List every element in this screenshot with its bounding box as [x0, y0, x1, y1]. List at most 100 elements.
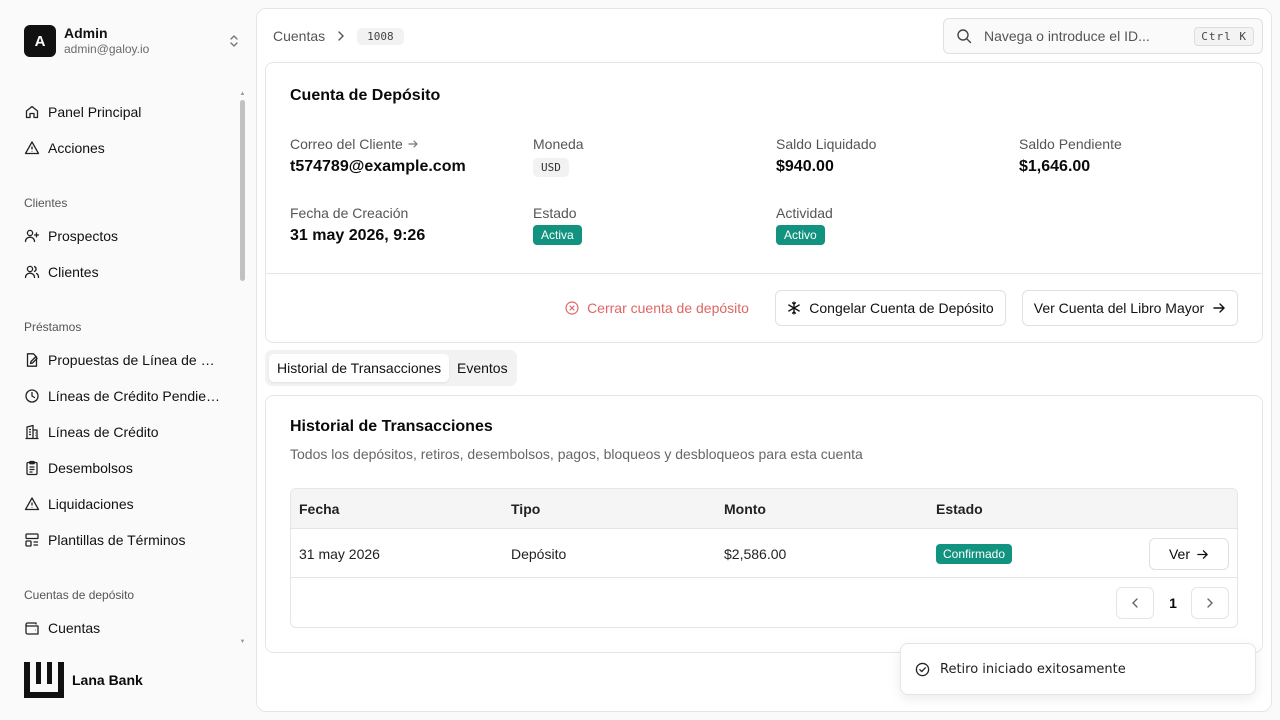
created-at-value: 31 may 2026, 9:26 — [290, 227, 426, 244]
nav-group-clientes: Clientes — [24, 196, 68, 210]
search-input[interactable]: Navega o introduce el ID... Ctrl K — [943, 18, 1263, 54]
sidebar-item-propuestas[interactable]: Propuestas de Línea de Cr... — [24, 348, 224, 372]
sidebar-item-liquidaciones[interactable]: Liquidaciones — [24, 492, 224, 516]
activity-badge: Activo — [776, 225, 825, 245]
toast-message: Retiro iniciado exitosamente — [940, 661, 1126, 677]
chevrons-up-down-icon — [228, 33, 240, 49]
arrow-right-icon — [408, 140, 418, 148]
sidebar-item-clientes[interactable]: Clientes — [24, 260, 224, 284]
divider — [266, 273, 1262, 274]
sidebar-item-lineas-pendientes[interactable]: Líneas de Crédito Pendient... — [24, 384, 224, 408]
search-icon — [957, 29, 972, 44]
pending-balance-label: Saldo Pendiente — [1019, 136, 1122, 152]
field-pending-balance: Saldo Pendiente $1,646.00 — [1019, 136, 1122, 176]
sidebar-item-cuentas[interactable]: Cuentas — [24, 616, 224, 640]
alert-triangle-icon — [24, 141, 40, 155]
sidebar-item-plantillas[interactable]: Plantillas de Términos — [24, 528, 224, 552]
brand-name: Lana Bank — [72, 672, 143, 688]
tab-historial[interactable]: Historial de Transacciones — [269, 354, 450, 382]
breadcrumb-current-id: 1008 — [357, 27, 404, 45]
scroll-down-arrow[interactable]: ▼ — [239, 639, 246, 645]
sidebar-item-label: Liquidaciones — [48, 496, 134, 512]
sidebar-item-label: Plantillas de Términos — [48, 532, 186, 548]
transactions-card: Historial de Transacciones Todos los dep… — [265, 395, 1263, 653]
toast-notification: Retiro iniciado exitosamente — [900, 643, 1256, 695]
user-name: Admin — [64, 25, 108, 41]
created-at-label: Fecha de Creación — [290, 205, 409, 221]
customer-email-value: t574789@example.com — [290, 158, 466, 175]
wallet-icon — [25, 622, 39, 635]
freeze-account-button[interactable]: Congelar Cuenta de Depósito — [775, 290, 1006, 326]
view-ledger-button[interactable]: Ver Cuenta del Libro Mayor — [1022, 290, 1238, 326]
scroll-up-arrow[interactable]: ▲ — [239, 91, 246, 97]
lana-bank-logo-icon — [24, 662, 64, 698]
chevron-right-icon — [337, 31, 345, 41]
sidebar-item-label: Cuentas — [48, 620, 101, 636]
field-created-at: Fecha de Creación 31 may 2026, 9:26 — [290, 205, 425, 245]
breadcrumb-cuentas[interactable]: Cuentas — [273, 28, 325, 44]
sidebar-item-label: Desembolsos — [48, 460, 133, 476]
currency-value: USD — [533, 158, 569, 177]
chevron-left-icon — [1132, 598, 1138, 608]
avatar: A — [24, 25, 56, 57]
cell-status: Confirmado — [936, 530, 1013, 578]
chevron-right-icon — [1207, 598, 1213, 608]
user-plus-icon — [24, 229, 40, 243]
sidebar-item-lineas-credito[interactable]: Líneas de Crédito — [24, 420, 224, 444]
column-header-fecha: Fecha — [299, 501, 340, 517]
arrow-right-icon — [1197, 549, 1209, 559]
clipboard-icon — [26, 460, 38, 476]
currency-label: Moneda — [533, 136, 584, 152]
field-status: Estado Activa — [533, 205, 582, 245]
x-circle-icon — [565, 301, 579, 315]
check-circle-icon — [915, 662, 930, 676]
sidebar-scrollbar[interactable] — [240, 100, 245, 281]
card-title: Cuenta de Depósito — [290, 87, 441, 104]
pagination: 1 — [291, 579, 1237, 627]
home-icon — [25, 105, 39, 119]
column-header-tipo: Tipo — [511, 501, 541, 517]
user-email: admin@galoy.io — [64, 42, 150, 56]
sidebar-nav: Panel Principal Acciones Clientes Prospe… — [0, 92, 240, 652]
column-header-estado: Estado — [936, 501, 983, 517]
sidebar-item-label: Líneas de Crédito Pendient... — [48, 388, 224, 404]
field-settled-balance: Saldo Liquidado $940.00 — [776, 136, 876, 176]
field-customer-email: Correo del Cliente t574789@example.com — [290, 136, 466, 176]
sidebar-item-desembolsos[interactable]: Desembolsos — [24, 456, 224, 480]
arrow-right-icon — [1213, 303, 1226, 313]
snowflake-icon — [788, 301, 801, 315]
sidebar-item-acciones[interactable]: Acciones — [24, 136, 224, 160]
customer-email-link[interactable]: Correo del Cliente — [290, 136, 466, 152]
user-menu[interactable]: A Admin admin@galoy.io — [24, 24, 240, 58]
settled-balance-value: $940.00 — [776, 158, 834, 175]
main-panel: Cuentas 1008 Navega o introduce el ID...… — [256, 8, 1272, 712]
activity-label: Actividad — [776, 205, 833, 221]
sidebar-item-panel-principal[interactable]: Panel Principal — [24, 100, 224, 124]
prev-page-button[interactable] — [1116, 587, 1154, 619]
next-page-button[interactable] — [1191, 587, 1229, 619]
alert-triangle-icon — [24, 497, 40, 511]
layout-icon — [25, 533, 39, 547]
status-badge: Confirmado — [936, 544, 1013, 564]
sidebar-item-label: Panel Principal — [48, 104, 142, 120]
tab-eventos[interactable]: Eventos — [449, 354, 516, 382]
transactions-table: Fecha Tipo Monto Estado 31 may 2026 Depó… — [290, 488, 1238, 628]
table-header: Fecha Tipo Monto Estado — [291, 489, 1237, 529]
breadcrumb: Cuentas 1008 — [273, 25, 404, 47]
field-currency: Moneda USD — [533, 136, 584, 177]
sidebar-item-label: Prospectos — [48, 228, 119, 244]
users-icon — [24, 265, 40, 279]
search-shortcut: Ctrl K — [1194, 26, 1254, 46]
view-transaction-button[interactable]: Ver — [1149, 538, 1229, 570]
cell-type: Depósito — [511, 546, 567, 562]
sidebar-item-prospectos[interactable]: Prospectos — [24, 224, 224, 248]
column-header-monto: Monto — [724, 501, 766, 517]
current-page: 1 — [1169, 595, 1177, 611]
sidebar-item-label: Clientes — [48, 264, 99, 280]
close-account-button[interactable]: Cerrar cuenta de depósito — [562, 290, 752, 326]
settled-balance-label: Saldo Liquidado — [776, 136, 877, 152]
sidebar-item-label: Propuestas de Línea de Cr... — [48, 352, 224, 368]
pending-balance-value: $1,646.00 — [1019, 158, 1091, 175]
field-activity: Actividad Activo — [776, 205, 833, 245]
deposit-account-card: Cuenta de Depósito Correo del Cliente t5… — [265, 62, 1263, 343]
